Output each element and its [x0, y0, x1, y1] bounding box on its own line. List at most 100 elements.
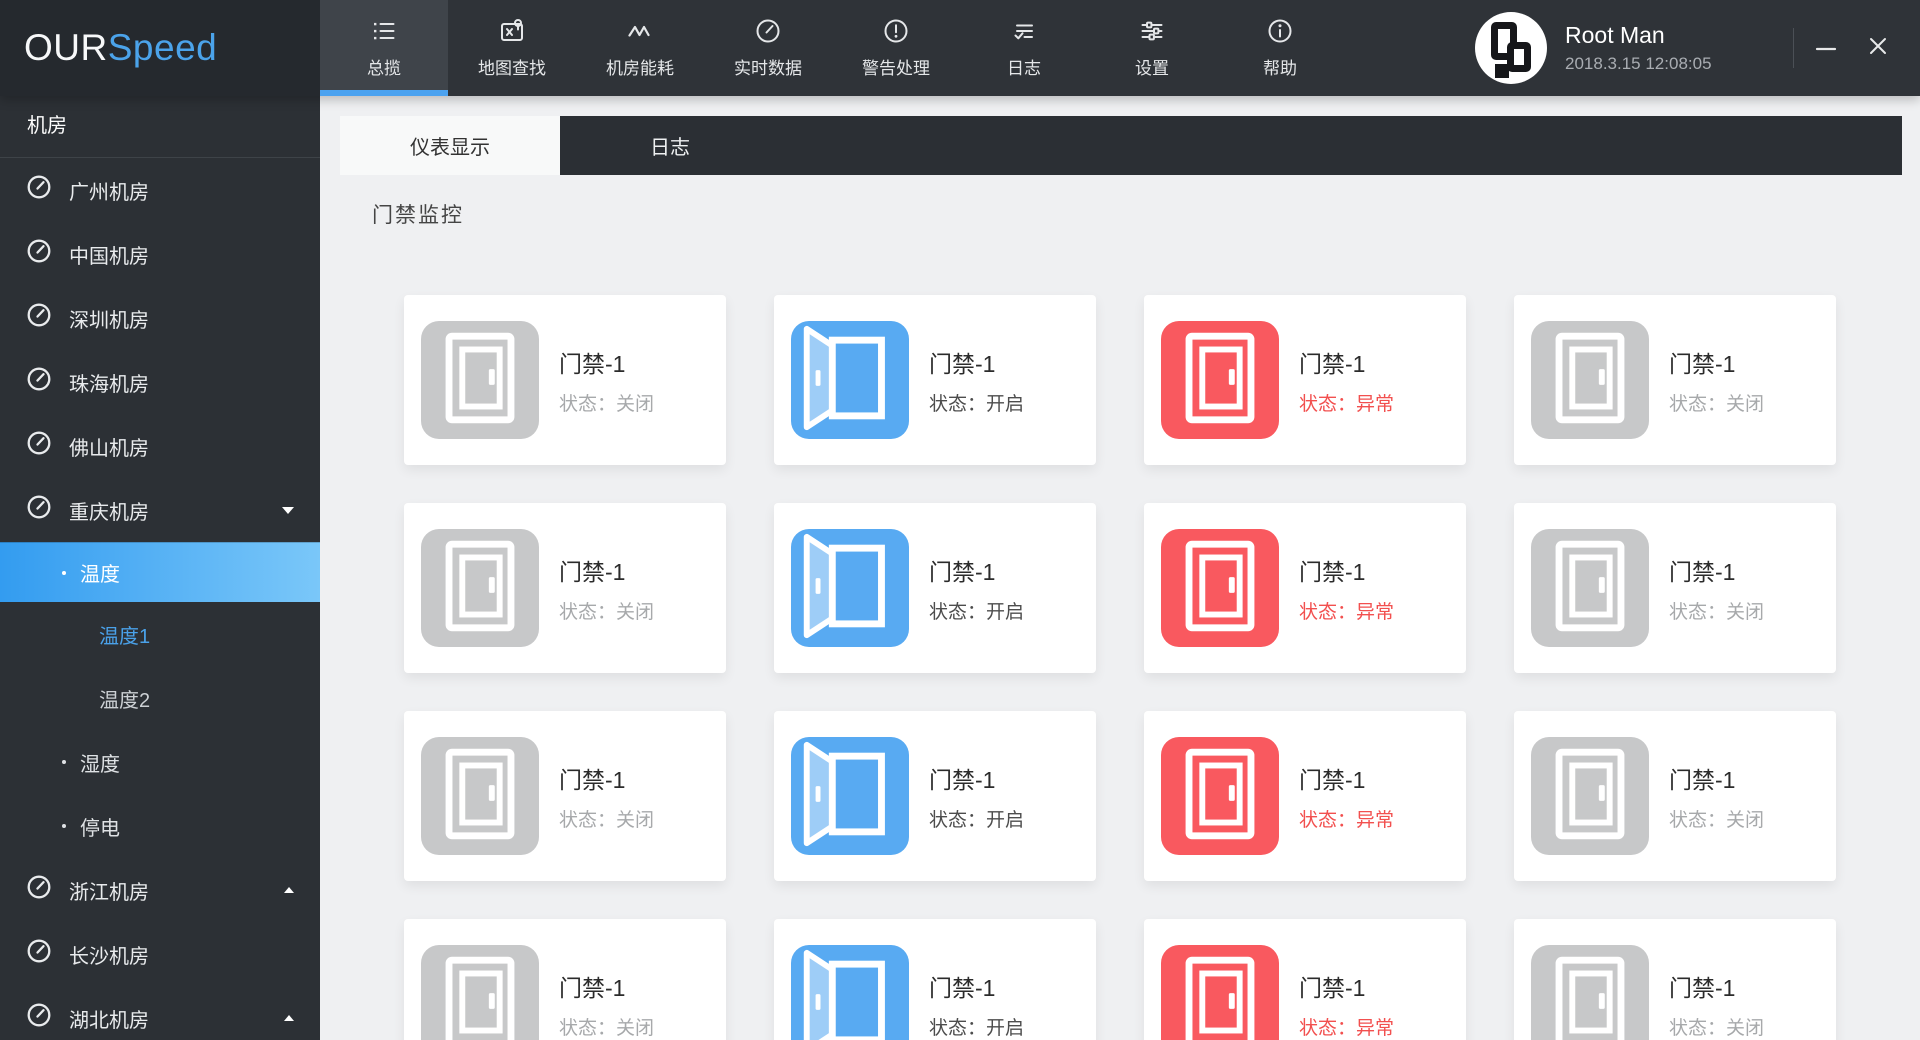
nav-item-help[interactable]: 帮助 [1216, 0, 1344, 96]
door-closed-icon [1161, 319, 1279, 442]
card-title: 门禁-1 [1669, 350, 1736, 377]
door-card[interactable]: 门禁-1 状态：异常 [1144, 711, 1466, 881]
card-status: 状态：关闭 [559, 393, 655, 415]
sidebar-item-shenzhen[interactable]: 深圳机房 [0, 286, 320, 350]
sidebar-item-changsha[interactable]: 长沙机房 [0, 922, 320, 986]
card-title: 门禁-1 [559, 350, 626, 377]
nav-item-map-search[interactable]: 地图查找 [448, 0, 576, 96]
door-tile [1161, 945, 1279, 1040]
close-icon [1864, 32, 1892, 65]
door-tile [1531, 321, 1649, 439]
card-status: 状态：关闭 [559, 601, 655, 623]
door-card[interactable]: 门禁-1 状态：开启 [774, 711, 1096, 881]
door-tile [791, 529, 909, 647]
sidebar-item-temperature[interactable]: 温度 [0, 542, 320, 602]
door-card[interactable]: 门禁-1 状态：异常 [1144, 919, 1466, 1040]
door-card[interactable]: 门禁-1 状态：异常 [1144, 503, 1466, 673]
nav-item-log[interactable]: 日志 [960, 0, 1088, 96]
sidebar-item-label: 停电 [80, 817, 120, 840]
door-closed-icon [1531, 943, 1649, 1040]
sidebar-item-label: 长沙机房 [69, 945, 149, 968]
alert-circle-icon [882, 17, 910, 45]
sidebar-item-power-outage[interactable]: 停电 [0, 794, 320, 858]
sidebar-item-label: 珠海机房 [69, 373, 149, 396]
gauge-icon [26, 238, 52, 270]
nav-item-energy[interactable]: 机房能耗 [576, 0, 704, 96]
door-card[interactable]: 门禁-1 状态：开启 [774, 295, 1096, 465]
minimize-button[interactable] [1800, 0, 1852, 96]
gauge-icon [754, 17, 782, 45]
card-status: 状态：关闭 [1669, 393, 1765, 415]
nav-item-alerts[interactable]: 警告处理 [832, 0, 960, 96]
door-closed-icon [1531, 735, 1649, 858]
card-status: 状态：关闭 [1669, 601, 1765, 623]
card-title: 门禁-1 [929, 558, 996, 585]
bullet-icon [62, 824, 66, 828]
tab-label: 仪表显示 [410, 137, 490, 159]
card-title: 门禁-1 [559, 558, 626, 585]
sidebar-item-label: 湖北机房 [69, 1009, 149, 1032]
sidebar-item-temperature-1[interactable]: 温度1 [0, 602, 320, 666]
user-name: Root Man [1565, 22, 1665, 48]
sidebar-item-label: 温度2 [99, 689, 151, 712]
door-closed-icon [1161, 527, 1279, 650]
card-title: 门禁-1 [1299, 766, 1366, 793]
door-card[interactable]: 门禁-1 状态：关闭 [404, 295, 726, 465]
sidebar-item-temperature-2[interactable]: 温度2 [0, 666, 320, 730]
door-card[interactable]: 门禁-1 状态：关闭 [404, 919, 726, 1040]
door-tile [1531, 529, 1649, 647]
nav-item-settings[interactable]: 设置 [1088, 0, 1216, 96]
card-title: 门禁-1 [1669, 766, 1736, 793]
nav-item-overview[interactable]: 总揽 [320, 0, 448, 96]
sidebar-item-zhongguo[interactable]: 中国机房 [0, 222, 320, 286]
close-button[interactable] [1852, 0, 1904, 96]
gauge-icon [26, 430, 52, 462]
card-title: 门禁-1 [1669, 974, 1736, 1001]
user-avatar[interactable] [1475, 12, 1547, 84]
tab-instrument-display[interactable]: 仪表显示 [340, 116, 560, 175]
sliders-icon [1138, 17, 1166, 45]
sidebar-item-humidity[interactable]: 湿度 [0, 730, 320, 794]
card-status: 状态：异常 [1299, 1017, 1395, 1039]
sidebar-item-hubei[interactable]: 湖北机房 [0, 986, 320, 1040]
sidebar-item-foshan[interactable]: 佛山机房 [0, 414, 320, 478]
sidebar-item-zhuhai[interactable]: 珠海机房 [0, 350, 320, 414]
tab-log[interactable]: 日志 [560, 116, 780, 175]
sidebar-item-chongqing[interactable]: 重庆机房 [0, 478, 320, 542]
door-card[interactable]: 门禁-1 状态：关闭 [404, 711, 726, 881]
door-closed-icon [1161, 943, 1279, 1040]
card-status: 状态：关闭 [1669, 1017, 1765, 1039]
card-status: 状态：开启 [929, 393, 1025, 415]
sidebar-item-zhejiang[interactable]: 浙江机房 [0, 858, 320, 922]
tab-bar: 仪表显示 日志 [340, 116, 1902, 175]
card-title: 门禁-1 [929, 974, 996, 1001]
gauge-icon [26, 174, 52, 206]
sidebar-item-label: 温度 [80, 564, 120, 586]
door-card[interactable]: 门禁-1 状态：关闭 [1514, 919, 1836, 1040]
sidebar-item-label: 广州机房 [69, 181, 149, 204]
logo-text-primary: OUR [24, 27, 108, 68]
door-card[interactable]: 门禁-1 状态：关闭 [404, 503, 726, 673]
nav-item-label: 总揽 [367, 59, 401, 78]
door-card[interactable]: 门禁-1 状态：关闭 [1514, 711, 1836, 881]
sidebar-title: 机房 [0, 96, 320, 158]
door-card[interactable]: 门禁-1 状态：关闭 [1514, 503, 1836, 673]
door-tile [1161, 529, 1279, 647]
door-card[interactable]: 门禁-1 状态：异常 [1144, 295, 1466, 465]
door-open-icon [791, 943, 909, 1040]
door-open-icon [791, 527, 909, 650]
nav-item-label: 帮助 [1263, 59, 1297, 78]
tab-label: 日志 [650, 137, 690, 159]
door-card[interactable]: 门禁-1 状态：开启 [774, 503, 1096, 673]
door-closed-icon [421, 943, 539, 1040]
door-card[interactable]: 门禁-1 状态：开启 [774, 919, 1096, 1040]
sidebar-item-guangzhou[interactable]: 广州机房 [0, 158, 320, 222]
nav-item-label: 日志 [1007, 59, 1041, 78]
app-logo: OUR Speed [0, 0, 320, 96]
door-tile [421, 529, 539, 647]
door-card[interactable]: 门禁-1 状态：关闭 [1514, 295, 1836, 465]
sidebar-item-label: 湿度 [80, 753, 120, 776]
user-info: Root Man 2018.3.15 12:08:05 [1565, 22, 1783, 74]
nav-item-realtime-data[interactable]: 实时数据 [704, 0, 832, 96]
card-status: 状态：开启 [929, 809, 1025, 831]
